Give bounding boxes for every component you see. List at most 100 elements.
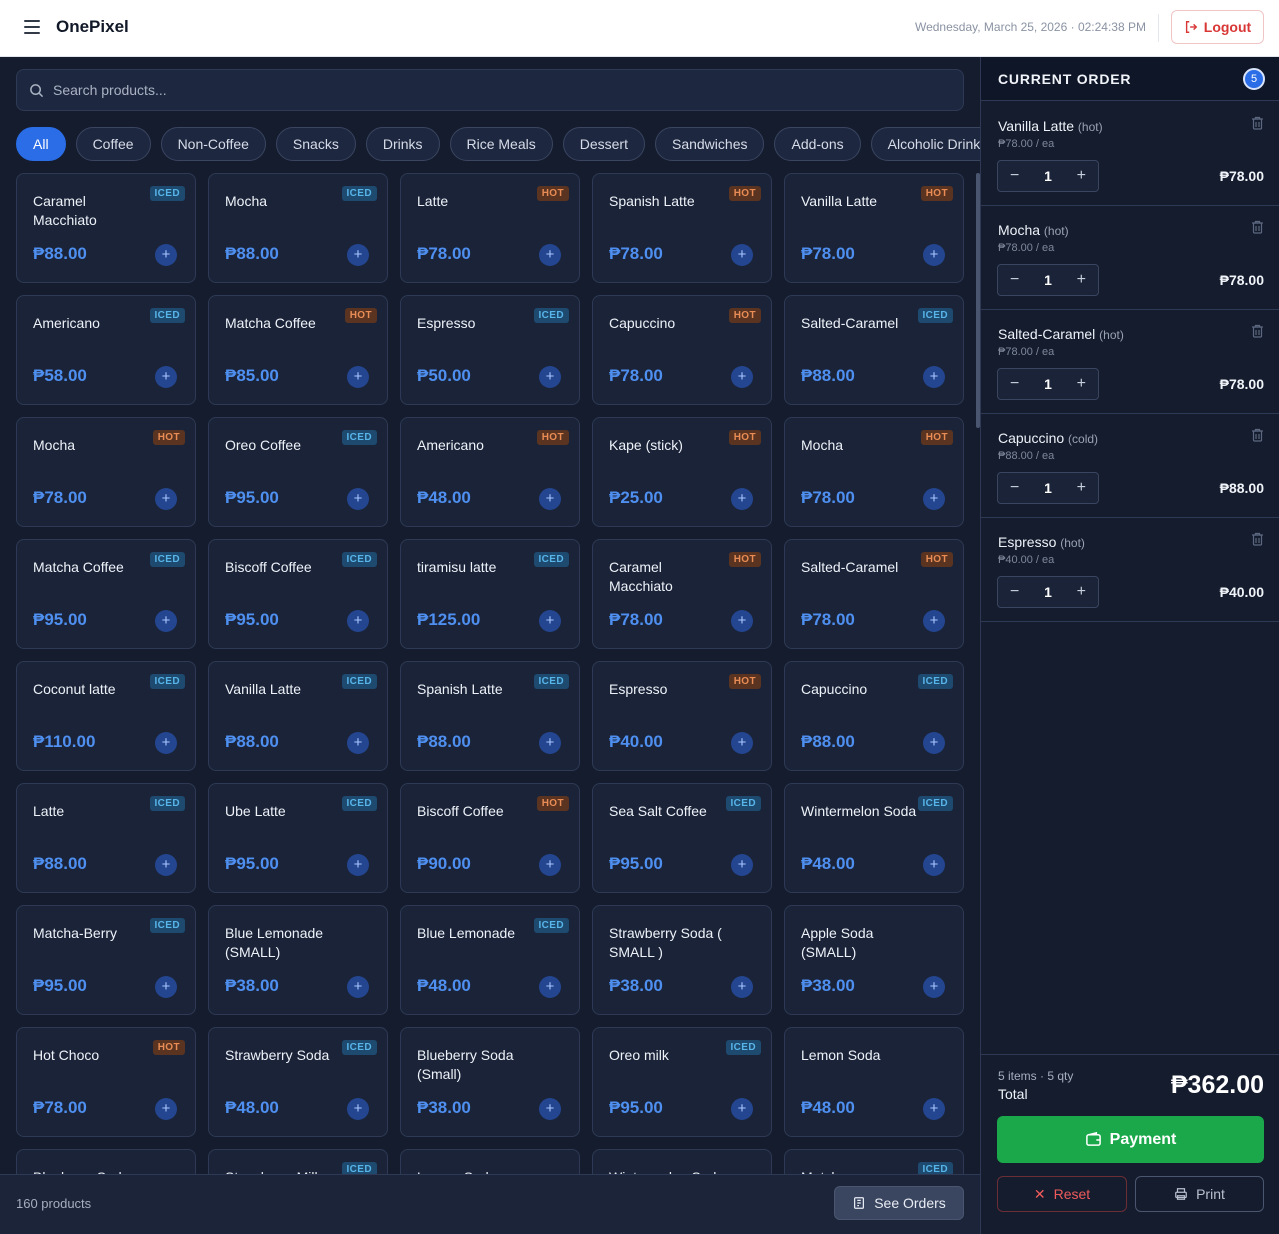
- add-to-order-button[interactable]: +: [923, 976, 945, 998]
- product-card[interactable]: MatchaICED: [784, 1149, 964, 1174]
- add-to-order-button[interactable]: +: [923, 366, 945, 388]
- product-card[interactable]: Biscoff Coffee ICED ₱95.00 +: [208, 539, 388, 649]
- decrease-qty-button[interactable]: −: [998, 583, 1031, 601]
- add-to-order-button[interactable]: +: [923, 1098, 945, 1120]
- product-card[interactable]: Blue Lemonade ICED ₱48.00 +: [400, 905, 580, 1015]
- category-tab[interactable]: Rice Meals: [449, 127, 553, 161]
- add-to-order-button[interactable]: +: [731, 1098, 753, 1120]
- add-to-order-button[interactable]: +: [155, 610, 177, 632]
- product-card[interactable]: Lemon Soda: [400, 1149, 580, 1174]
- product-card[interactable]: Strawberry Soda ICED ₱48.00 +: [208, 1027, 388, 1137]
- product-card[interactable]: Vanilla Latte HOT ₱78.00 +: [784, 173, 964, 283]
- product-card[interactable]: Americano HOT ₱48.00 +: [400, 417, 580, 527]
- search-input[interactable]: [53, 70, 953, 110]
- category-tab[interactable]: Coffee: [75, 127, 151, 161]
- add-to-order-button[interactable]: +: [731, 610, 753, 632]
- search-bar[interactable]: [16, 69, 964, 111]
- add-to-order-button[interactable]: +: [539, 244, 561, 266]
- menu-icon[interactable]: [24, 20, 40, 34]
- category-tab[interactable]: Non-Coffee: [160, 127, 266, 161]
- decrease-qty-button[interactable]: −: [998, 375, 1031, 393]
- product-card[interactable]: Caramel Macchiato ICED ₱88.00 +: [16, 173, 196, 283]
- add-to-order-button[interactable]: +: [539, 854, 561, 876]
- product-card[interactable]: Caramel Macchiato HOT ₱78.00 +: [592, 539, 772, 649]
- product-card[interactable]: Capuccino ICED ₱88.00 +: [784, 661, 964, 771]
- reset-button[interactable]: ✕ Reset: [997, 1176, 1127, 1212]
- product-card[interactable]: Apple Soda (SMALL) ₱38.00 +: [784, 905, 964, 1015]
- product-card[interactable]: Espresso HOT ₱40.00 +: [592, 661, 772, 771]
- add-to-order-button[interactable]: +: [155, 976, 177, 998]
- add-to-order-button[interactable]: +: [347, 976, 369, 998]
- add-to-order-button[interactable]: +: [923, 732, 945, 754]
- add-to-order-button[interactable]: +: [347, 366, 369, 388]
- order-item-qty[interactable]: 1: [1031, 272, 1064, 288]
- add-to-order-button[interactable]: +: [731, 854, 753, 876]
- add-to-order-button[interactable]: +: [347, 854, 369, 876]
- product-card[interactable]: Mocha HOT ₱78.00 +: [16, 417, 196, 527]
- order-item-qty[interactable]: 1: [1031, 168, 1064, 184]
- category-tab[interactable]: All: [16, 127, 66, 161]
- product-card[interactable]: Capuccino HOT ₱78.00 +: [592, 295, 772, 405]
- trash-icon[interactable]: [1251, 532, 1264, 546]
- add-to-order-button[interactable]: +: [155, 854, 177, 876]
- product-card[interactable]: Vanilla Latte ICED ₱88.00 +: [208, 661, 388, 771]
- print-button[interactable]: Print: [1135, 1176, 1264, 1212]
- product-card[interactable]: Mocha HOT ₱78.00 +: [784, 417, 964, 527]
- product-card[interactable]: Americano ICED ₱58.00 +: [16, 295, 196, 405]
- decrease-qty-button[interactable]: −: [998, 271, 1031, 289]
- product-card[interactable]: Oreo Coffee ICED ₱95.00 +: [208, 417, 388, 527]
- add-to-order-button[interactable]: +: [155, 244, 177, 266]
- category-tab[interactable]: Alcoholic Drinks: [870, 127, 980, 161]
- add-to-order-button[interactable]: +: [347, 1098, 369, 1120]
- product-card[interactable]: Ube Latte ICED ₱95.00 +: [208, 783, 388, 893]
- increase-qty-button[interactable]: +: [1065, 167, 1098, 185]
- category-tab[interactable]: Sandwiches: [654, 127, 765, 161]
- add-to-order-button[interactable]: +: [923, 488, 945, 510]
- add-to-order-button[interactable]: +: [539, 976, 561, 998]
- trash-icon[interactable]: [1251, 428, 1264, 442]
- add-to-order-button[interactable]: +: [731, 366, 753, 388]
- product-card[interactable]: Mocha ICED ₱88.00 +: [208, 173, 388, 283]
- order-item-qty[interactable]: 1: [1031, 376, 1064, 392]
- add-to-order-button[interactable]: +: [731, 488, 753, 510]
- product-card[interactable]: Matcha Coffee ICED ₱95.00 +: [16, 539, 196, 649]
- add-to-order-button[interactable]: +: [731, 976, 753, 998]
- product-card[interactable]: Salted-Caramel HOT ₱78.00 +: [784, 539, 964, 649]
- product-card[interactable]: Spanish Latte ICED ₱88.00 +: [400, 661, 580, 771]
- decrease-qty-button[interactable]: −: [998, 167, 1031, 185]
- see-orders-button[interactable]: See Orders: [834, 1186, 964, 1220]
- add-to-order-button[interactable]: +: [539, 1098, 561, 1120]
- add-to-order-button[interactable]: +: [155, 732, 177, 754]
- product-card[interactable]: Oreo milk ICED ₱95.00 +: [592, 1027, 772, 1137]
- add-to-order-button[interactable]: +: [347, 244, 369, 266]
- product-card[interactable]: Latte ICED ₱88.00 +: [16, 783, 196, 893]
- add-to-order-button[interactable]: +: [347, 488, 369, 510]
- add-to-order-button[interactable]: +: [731, 244, 753, 266]
- add-to-order-button[interactable]: +: [923, 610, 945, 632]
- trash-icon[interactable]: [1251, 220, 1264, 234]
- product-card[interactable]: Wintermelon Soda: [592, 1149, 772, 1174]
- product-card[interactable]: Wintermelon Soda ICED ₱48.00 +: [784, 783, 964, 893]
- trash-icon[interactable]: [1251, 116, 1264, 130]
- product-card[interactable]: Biscoff Coffee HOT ₱90.00 +: [400, 783, 580, 893]
- payment-button[interactable]: Payment: [997, 1116, 1264, 1163]
- order-item-qty[interactable]: 1: [1031, 480, 1064, 496]
- category-tab[interactable]: Drinks: [365, 127, 440, 161]
- add-to-order-button[interactable]: +: [155, 488, 177, 510]
- product-card[interactable]: Blueberry Soda (Small) ₱38.00 +: [400, 1027, 580, 1137]
- product-card[interactable]: Matcha-Berry ICED ₱95.00 +: [16, 905, 196, 1015]
- add-to-order-button[interactable]: +: [539, 732, 561, 754]
- product-card[interactable]: Blueberry Soda: [16, 1149, 196, 1174]
- increase-qty-button[interactable]: +: [1065, 479, 1098, 497]
- add-to-order-button[interactable]: +: [155, 1098, 177, 1120]
- add-to-order-button[interactable]: +: [539, 366, 561, 388]
- add-to-order-button[interactable]: +: [923, 854, 945, 876]
- decrease-qty-button[interactable]: −: [998, 479, 1031, 497]
- product-card[interactable]: Lemon Soda ₱48.00 +: [784, 1027, 964, 1137]
- product-card[interactable]: Latte HOT ₱78.00 +: [400, 173, 580, 283]
- product-card[interactable]: Spanish Latte HOT ₱78.00 +: [592, 173, 772, 283]
- category-tab[interactable]: Dessert: [562, 127, 645, 161]
- add-to-order-button[interactable]: +: [539, 610, 561, 632]
- product-card[interactable]: Hot Choco HOT ₱78.00 +: [16, 1027, 196, 1137]
- order-item-qty[interactable]: 1: [1031, 584, 1064, 600]
